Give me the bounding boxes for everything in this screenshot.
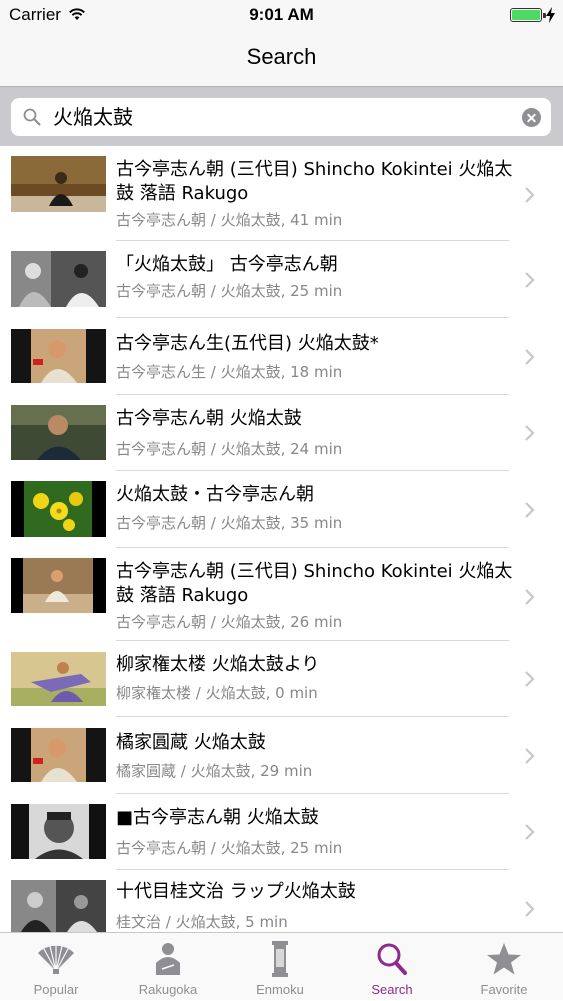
clock: 9:01 AM [249,5,314,24]
result-subtitle: 古今亭志ん朝 / 火焔太鼓, 35 min [116,514,343,532]
chevron-right-icon [525,187,535,203]
search-input[interactable] [53,102,493,132]
list-item[interactable]: 古今亭志ん生(五代目) 火焔太鼓* 古今亭志ん生 / 火焔太鼓, 18 min [0,318,563,395]
results-list[interactable]: 古今亭志ん朝 (三代目) Shincho Kokintei 火焔太鼓 落語 Ra… [0,146,563,932]
list-item[interactable]: 古今亭志ん朝 (三代目) Shincho Kokintei 火焔太鼓 落語 Ra… [0,146,563,241]
result-subtitle: 古今亭志ん朝 / 火焔太鼓, 25 min [116,839,343,857]
search-icon [23,108,41,126]
search-bar [0,86,563,146]
video-thumbnail [11,251,106,307]
tab-label: Enmoku [256,982,304,997]
navigation-bar: Search [0,30,563,86]
tab-popular[interactable]: Popular [0,933,112,1001]
result-title: 柳家権太楼 火焔太鼓より [116,654,320,675]
tab-label: Favorite [480,982,528,997]
result-title: 古今亭志ん朝 火焔太鼓 [116,408,302,429]
result-subtitle: 古今亭志ん朝 / 火焔太鼓, 25 min [116,282,343,300]
video-thumbnail [11,728,106,782]
list-item[interactable]: ■古今亭志ん朝 火焔太鼓 古今亭志ん朝 / 火焔太鼓, 25 min [0,794,563,870]
result-title: 橘家圓蔵 火焔太鼓 [116,732,266,753]
charging-bolt-icon [546,7,555,23]
result-title: 古今亭志ん朝 (三代目) Shincho Kokintei 火焔太鼓 落語 Ra… [116,561,513,606]
result-title: 「火焔太鼓」 古今亭志ん朝 [116,254,338,275]
fan-icon [38,945,74,974]
list-item[interactable]: 火焔太鼓・古今亭志ん朝 古今亭志ん朝 / 火焔太鼓, 35 min [0,471,563,548]
search-icon [377,943,407,975]
battery-icon [510,8,546,22]
chevron-right-icon [525,671,535,687]
result-title: 古今亭志ん朝 (三代目) Shincho Kokintei 火焔太鼓 落語 Ra… [116,159,513,204]
clear-search-icon[interactable] [522,108,541,127]
result-subtitle: 古今亭志ん生 / 火焔太鼓, 18 min [116,363,343,381]
video-thumbnail [11,481,106,537]
chevron-right-icon [525,589,535,605]
chevron-right-icon [525,425,535,441]
status-bar: Carrier 9:01 AM [0,0,563,30]
list-item[interactable]: 古今亭志ん朝 火焔太鼓 古今亭志ん朝 / 火焔太鼓, 24 min [0,395,563,471]
chevron-right-icon [525,272,535,288]
list-item[interactable]: 柳家権太楼 火焔太鼓より 柳家権太楼 / 火焔太鼓, 0 min [0,641,563,717]
chevron-right-icon [525,824,535,840]
video-thumbnail [11,329,106,383]
result-title: ■古今亭志ん朝 火焔太鼓 [116,807,319,828]
result-subtitle: 桂文治 / 火焔太鼓, 5 min [116,913,288,931]
person-icon [156,943,180,975]
tab-label: Popular [33,982,79,997]
video-thumbnail [11,558,106,613]
result-title: 十代目桂文治 ラップ火焔太鼓 [116,881,356,902]
result-title: 火焔太鼓・古今亭志ん朝 [116,484,314,505]
chevron-right-icon [525,748,535,764]
result-subtitle: 古今亭志ん朝 / 火焔太鼓, 26 min [116,613,343,631]
chevron-right-icon [525,502,535,518]
result-subtitle: 柳家権太楼 / 火焔太鼓, 0 min [116,684,318,702]
chevron-right-icon [525,349,535,365]
result-subtitle: 古今亭志ん朝 / 火焔太鼓, 24 min [116,440,343,458]
tab-label: Search [371,982,413,997]
video-thumbnail [11,804,106,859]
result-subtitle: 橘家圓蔵 / 火焔太鼓, 29 min [116,762,313,780]
star-icon [487,943,521,975]
list-item[interactable]: 橘家圓蔵 火焔太鼓 橘家圓蔵 / 火焔太鼓, 29 min [0,717,563,794]
tab-rakugoka[interactable]: Rakugoka [112,933,224,1001]
search-field-container[interactable] [11,98,551,136]
list-item[interactable]: 「火焔太鼓」 古今亭志ん朝 古今亭志ん朝 / 火焔太鼓, 25 min [0,241,563,318]
tab-enmoku[interactable]: Enmoku [224,933,336,1001]
video-thumbnail [11,405,106,460]
video-thumbnail [11,880,106,932]
tab-favorite[interactable]: Favorite [448,933,560,1001]
video-thumbnail [11,156,106,212]
list-item[interactable]: 十代目桂文治 ラップ火焔太鼓 桂文治 / 火焔太鼓, 5 min [0,870,563,932]
tab-bar: Popular Rakugoka Enmoku Search Favorite [0,932,563,1000]
list-item[interactable]: 古今亭志ん朝 (三代目) Shincho Kokintei 火焔太鼓 落語 Ra… [0,548,563,641]
video-thumbnail [11,652,106,706]
result-title: 古今亭志ん生(五代目) 火焔太鼓* [116,333,379,354]
result-subtitle: 古今亭志ん朝 / 火焔太鼓, 41 min [116,211,343,229]
page-title: Search [246,44,317,69]
tab-search[interactable]: Search [336,933,448,1001]
chevron-right-icon [525,901,535,917]
scroll-icon [272,941,288,977]
tab-label: Rakugoka [138,982,198,997]
